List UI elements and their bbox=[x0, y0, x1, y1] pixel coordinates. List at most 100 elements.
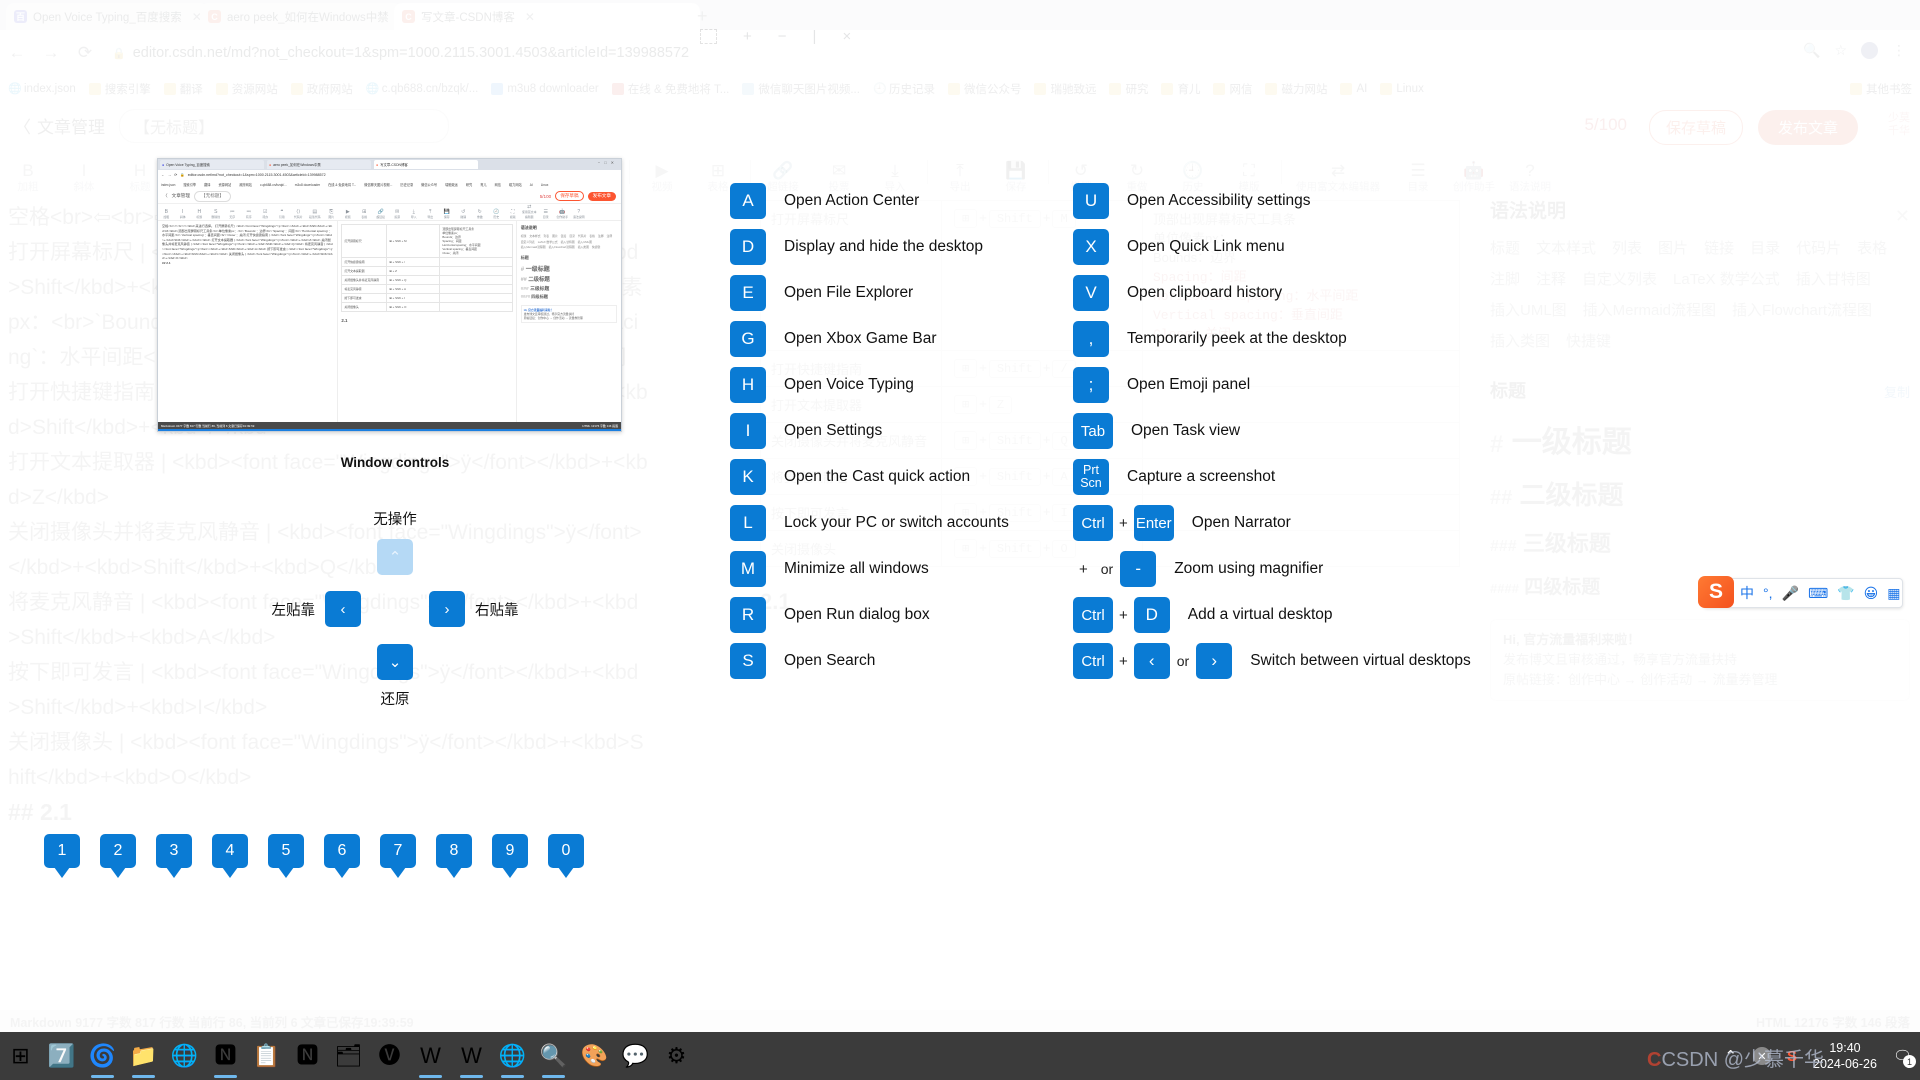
chrome-beta-icon[interactable]: 🌐 bbox=[492, 1032, 533, 1080]
syntax-chip[interactable]: 表格 bbox=[1857, 237, 1887, 258]
bookmark-item[interactable]: 资源网站 bbox=[215, 81, 278, 97]
taskbar-number-key[interactable]: 2 bbox=[100, 834, 136, 868]
publish-button[interactable]: 发布文章 bbox=[1757, 110, 1858, 145]
shortcut-key[interactable]: D bbox=[1133, 597, 1170, 633]
taskbar-number-key[interactable]: 6 bbox=[324, 834, 360, 868]
browser-menu-icon[interactable]: ⋮ bbox=[1892, 42, 1906, 59]
minimize-icon[interactable]: − bbox=[778, 28, 787, 45]
shortcut-key[interactable]: , bbox=[1073, 321, 1109, 357]
syntax-chip[interactable]: 插入Mermaid流程图 bbox=[1583, 299, 1716, 320]
shortcut-key[interactable]: G bbox=[730, 321, 766, 357]
syntax-chip[interactable]: 快捷键 bbox=[1566, 330, 1611, 351]
close-icon[interactable]: ✕ bbox=[1895, 206, 1910, 227]
apps-icon[interactable]: ▦ bbox=[1887, 585, 1900, 602]
shortcut-key[interactable]: Ctrl bbox=[1073, 597, 1113, 633]
shortcut-key[interactable]: I bbox=[730, 413, 766, 449]
bookmark-item[interactable]: m3u8 downloader bbox=[491, 83, 599, 95]
syntax-chip[interactable]: 注脚 bbox=[1490, 268, 1520, 289]
shortcut-key[interactable]: X bbox=[1073, 229, 1109, 265]
toolbar-语法说明[interactable]: ? 语法说明 bbox=[1502, 161, 1558, 194]
window-control-left-button[interactable]: ‹ bbox=[325, 591, 361, 627]
chrome-icon[interactable]: 🌐 bbox=[164, 1032, 205, 1080]
shortcut-key[interactable]: U bbox=[1073, 183, 1109, 219]
window-control-up-button[interactable]: ⌃ bbox=[377, 539, 413, 575]
skin-icon[interactable]: 👕 bbox=[1837, 585, 1854, 602]
syntax-chip[interactable]: 文本样式 bbox=[1536, 237, 1596, 258]
bookmark-item[interactable]: Linux bbox=[1380, 83, 1424, 95]
syntax-chip[interactable]: 链接 bbox=[1704, 237, 1734, 258]
snipaste-icon[interactable]: 📋 bbox=[246, 1032, 287, 1080]
taskbar-number-key[interactable]: 1 bbox=[44, 834, 80, 868]
syntax-chip[interactable]: 插入甘特图 bbox=[1796, 268, 1871, 289]
shortcut-key[interactable]: - bbox=[1120, 551, 1157, 587]
shortcut-key[interactable]: › bbox=[1196, 643, 1233, 679]
taskbar-number-key[interactable]: 5 bbox=[268, 834, 304, 868]
shortcut-key[interactable]: E bbox=[730, 275, 766, 311]
ime-punctuation-icon[interactable]: °, bbox=[1763, 585, 1773, 601]
bookmark-item[interactable]: 在线 & 免费地将 T... bbox=[611, 81, 729, 97]
snap-layout-icon[interactable] bbox=[700, 28, 717, 44]
syntax-chip[interactable]: 目录 bbox=[1750, 237, 1780, 258]
mic-icon[interactable]: 🎤 bbox=[1782, 585, 1799, 602]
shortcut-key[interactable]: S bbox=[730, 643, 766, 679]
avatar[interactable] bbox=[1861, 42, 1878, 59]
browser-tab-0[interactable]: 百 Open Voice Typing_百度搜索 ✕ bbox=[6, 3, 208, 30]
syntax-chip[interactable]: 自定义列表 bbox=[1582, 268, 1657, 289]
settings-icon[interactable]: ⚙ bbox=[656, 1032, 697, 1080]
maximize-icon[interactable]: + bbox=[743, 28, 752, 45]
shortcut-key[interactable]: M bbox=[730, 551, 766, 587]
taskbar-number-key[interactable]: 7 bbox=[380, 834, 416, 868]
file-explorer-icon[interactable]: 📁 bbox=[123, 1032, 164, 1080]
ime-mode-chinese[interactable]: 中 bbox=[1740, 583, 1754, 603]
close-icon[interactable]: × bbox=[842, 28, 851, 45]
bookmark-item[interactable]: 磁力网站 bbox=[1265, 81, 1327, 97]
bookmark-item[interactable]: AI bbox=[1340, 83, 1367, 95]
visual-studio-2-icon[interactable]: 🅽 bbox=[287, 1032, 328, 1080]
bookmark-item[interactable]: 政府网站 bbox=[290, 81, 353, 97]
taskbar-number-key[interactable]: 0 bbox=[548, 834, 584, 868]
start-button[interactable]: ⊞ bbox=[0, 1032, 41, 1080]
shortcut-key[interactable]: K bbox=[730, 459, 766, 495]
syntax-chip[interactable]: 插入Flowchart流程图 bbox=[1732, 299, 1872, 320]
syntax-chip[interactable]: 注释 bbox=[1536, 268, 1566, 289]
back-icon[interactable]: ← bbox=[0, 43, 34, 63]
toolbar-加粗[interactable]: B 加粗 bbox=[0, 161, 56, 194]
search-icon[interactable]: 🔍 bbox=[1803, 42, 1820, 59]
bookmark-item[interactable]: 育儿 bbox=[1161, 81, 1200, 97]
forward-icon[interactable]: → bbox=[34, 43, 68, 63]
syntax-chip[interactable]: 列表 bbox=[1612, 237, 1642, 258]
bookmark-item[interactable]: 微信聊天图片视频... bbox=[742, 81, 860, 97]
shortcut-key[interactable]: ; bbox=[1073, 367, 1109, 403]
close-icon[interactable]: ✕ bbox=[525, 10, 535, 24]
wps-writer-2-icon[interactable]: W bbox=[451, 1032, 492, 1080]
copy-button[interactable]: 复制 bbox=[1884, 382, 1910, 401]
article-title-input[interactable]: 【无标题】 bbox=[119, 108, 449, 143]
syntax-chip[interactable]: LaTeX 数学公式 bbox=[1673, 268, 1780, 289]
shortcut-key[interactable]: L bbox=[730, 505, 766, 541]
toolbar-斜体[interactable]: I 斜体 bbox=[56, 161, 112, 194]
bookmark-item[interactable]: 瑞驰致远 bbox=[1034, 81, 1096, 97]
everything-icon[interactable]: 🗂 bbox=[328, 1032, 369, 1080]
bookmark-item[interactable]: 搜索引擎 bbox=[88, 81, 151, 97]
everything-search-icon[interactable]: 🔍 bbox=[533, 1032, 574, 1080]
window-control-down-button[interactable]: ⌄ bbox=[377, 644, 413, 680]
bookmark-item[interactable]: 🌐 c.qb688.cn/bzqk/... bbox=[366, 83, 479, 95]
shortcut-key[interactable]: Ctrl bbox=[1073, 505, 1113, 541]
back-icon[interactable]: 〈 bbox=[14, 113, 31, 138]
shortcut-key[interactable]: A bbox=[730, 183, 766, 219]
address-bar[interactable]: 🔒 editor.csdn.net/md?not_checkout=1&spm=… bbox=[112, 45, 689, 61]
wps-writer-icon[interactable]: W bbox=[410, 1032, 451, 1080]
visual-studio-icon[interactable]: 🅽 bbox=[205, 1032, 246, 1080]
browser-tab-1[interactable]: C aero peek_如何在Windows中禁 ✕ bbox=[200, 3, 402, 30]
shortcut-key[interactable]: V bbox=[1073, 275, 1109, 311]
taskbar-number-key[interactable]: 4 bbox=[212, 834, 248, 868]
bookmark-item[interactable]: 网信 bbox=[1213, 81, 1252, 97]
shortcut-key[interactable]: Enter bbox=[1133, 505, 1174, 541]
emoji-icon[interactable]: 😀 bbox=[1864, 585, 1879, 602]
shortcut-key[interactable]: Tab bbox=[1073, 413, 1113, 449]
syntax-chip[interactable]: 插入UML图 bbox=[1490, 299, 1567, 320]
bookmark-item[interactable]: 微信公众号 bbox=[947, 81, 1021, 97]
vscode-icon[interactable]: 🅥 bbox=[369, 1032, 410, 1080]
shortcut-key[interactable]: Prt Scn bbox=[1073, 459, 1109, 495]
toolbar-视频[interactable]: ▶ 视频 bbox=[634, 161, 690, 194]
